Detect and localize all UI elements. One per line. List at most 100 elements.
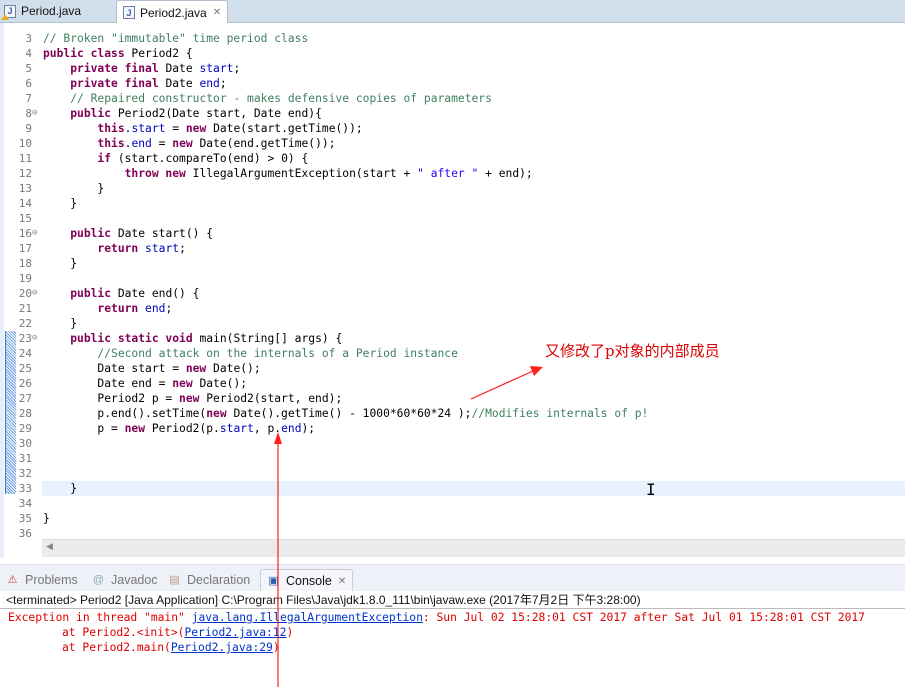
- code-line[interactable]: 26 Date end = new Date();: [0, 376, 905, 391]
- code-line[interactable]: 32: [0, 466, 905, 481]
- code-line[interactable]: 14 }: [0, 196, 905, 211]
- code-token: =: [151, 137, 173, 150]
- code-token: private final: [70, 62, 159, 75]
- code-text: }: [43, 256, 77, 271]
- code-text: private final Date start;: [43, 61, 240, 76]
- scroll-left-icon[interactable]: ◀: [46, 542, 53, 552]
- code-editor[interactable]: 3 // Broken "immutable" time period class…: [0, 23, 905, 558]
- code-token: Date(start.getTime());: [206, 122, 363, 135]
- code-line[interactable]: 35}: [0, 511, 905, 526]
- code-line[interactable]: 34: [0, 496, 905, 511]
- code-token: Date();: [192, 377, 248, 390]
- tab-period-java[interactable]: J Period.java: [1, 0, 81, 22]
- code-line[interactable]: 31: [0, 451, 905, 466]
- code-line[interactable]: 21 return end;: [0, 301, 905, 316]
- console-output[interactable]: Exception in thread "main" java.lang.Ill…: [0, 610, 905, 687]
- code-line[interactable]: 20 ⊖ public Date end() {: [0, 286, 905, 301]
- code-token: Date(end.getTime());: [192, 137, 336, 150]
- code-line[interactable]: 23 ⊖ public static void main(String[] arg…: [0, 331, 905, 346]
- tab-problems[interactable]: ⚠ Problems: [6, 569, 78, 591]
- code-token: new: [185, 122, 207, 135]
- code-text: public class Period2 {: [43, 46, 193, 61]
- code-line[interactable]: 29 p = new Period2(p.start, p.end);: [0, 421, 905, 436]
- code-token: Period2 p =: [43, 392, 180, 405]
- code-text: public Date start() {: [43, 226, 213, 241]
- tab-javadoc[interactable]: @ Javadoc: [92, 569, 158, 591]
- code-token: + end);: [478, 167, 533, 180]
- tab-label: Declaration: [187, 573, 251, 587]
- stack-link[interactable]: Period2.java:29: [171, 641, 273, 654]
- line-number: 26: [18, 377, 32, 390]
- line-number: 36: [18, 527, 32, 540]
- code-token: , p.: [253, 422, 282, 435]
- horizontal-scrollbar[interactable]: ◀: [42, 539, 905, 557]
- code-line[interactable]: 7 // Repaired constructor - makes defens…: [0, 91, 905, 106]
- code-line[interactable]: 27 Period2 p = new Period2(start, end);: [0, 391, 905, 406]
- stack-link[interactable]: Period2.java:12: [184, 626, 286, 639]
- code-text: }: [43, 316, 77, 331]
- code-line[interactable]: 33 }: [0, 481, 905, 496]
- code-line[interactable]: 12 throw new IllegalArgumentException(st…: [0, 166, 905, 181]
- code-line[interactable]: 17 return start;: [0, 241, 905, 256]
- line-number: 25: [18, 362, 32, 375]
- code-line[interactable]: 15: [0, 211, 905, 226]
- code-line[interactable]: 30: [0, 436, 905, 451]
- console-icon: ▣: [268, 574, 279, 587]
- code-line[interactable]: 6 private final Date end;: [0, 76, 905, 91]
- code-line[interactable]: 8 ⊖ public Period2(Date start, Date end){: [0, 106, 905, 121]
- code-line[interactable]: 24 //Second attack on the internals of a…: [0, 346, 905, 361]
- code-text: this.start = new Date(start.getTime());: [43, 121, 363, 136]
- code-line[interactable]: 3 // Broken "immutable" time period class: [0, 31, 905, 46]
- code-line[interactable]: 4 public class Period2 {: [0, 46, 905, 61]
- fold-collapse-icon[interactable]: ⊖: [32, 331, 37, 346]
- code-line[interactable]: 5 private final Date start;: [0, 61, 905, 76]
- tab-console[interactable]: ▣ Console ✕: [260, 569, 354, 592]
- tab-period2-java[interactable]: J Period2.java ✕: [116, 0, 229, 24]
- code-token: start: [131, 122, 166, 135]
- console-line-stack: at Period2.main(Period2.java:29): [62, 640, 280, 655]
- code-line[interactable]: 19: [0, 271, 905, 286]
- code-text: }: [43, 511, 50, 526]
- code-token: Period2 {: [124, 47, 193, 60]
- code-token: throw new: [124, 167, 186, 180]
- code-token: return: [97, 302, 139, 315]
- code-line[interactable]: 11 if (start.compareTo(end) > 0) {: [0, 151, 905, 166]
- code-token: Period2(start, end);: [199, 392, 343, 405]
- code-text: }: [43, 181, 104, 196]
- close-icon[interactable]: ✕: [213, 7, 221, 18]
- code-token: );: [301, 422, 316, 435]
- line-number: 28: [18, 407, 32, 420]
- line-number: 21: [18, 302, 32, 315]
- fold-collapse-icon[interactable]: ⊖: [32, 226, 37, 241]
- code-line[interactable]: 10 this.end = new Date(end.getTime());: [0, 136, 905, 151]
- code-text: throw new IllegalArgumentException(start…: [43, 166, 533, 181]
- line-number: 5: [25, 62, 32, 75]
- code-line[interactable]: 18 }: [0, 256, 905, 271]
- fold-collapse-icon[interactable]: ⊖: [32, 286, 37, 301]
- line-number: 34: [18, 497, 32, 510]
- exception-class-link[interactable]: java.lang.IllegalArgumentException: [192, 611, 423, 624]
- close-icon[interactable]: ✕: [338, 576, 346, 587]
- code-line[interactable]: 28 p.end().setTime(new Date().getTime() …: [0, 406, 905, 421]
- code-token: (start.compareTo(end) > 0) {: [111, 152, 309, 165]
- tab-declaration[interactable]: ▤ Declaration: [168, 569, 250, 591]
- code-token: return: [97, 242, 139, 255]
- code-token: }: [43, 257, 78, 270]
- code-line[interactable]: 22 }: [0, 316, 905, 331]
- code-text: Period2 p = new Period2(start, end);: [43, 391, 342, 406]
- code-text: Date end = new Date();: [43, 376, 247, 391]
- javadoc-icon: @: [92, 573, 105, 586]
- fold-collapse-icon[interactable]: ⊖: [32, 106, 37, 121]
- line-number: 35: [18, 512, 32, 525]
- line-number: 7: [25, 92, 32, 105]
- code-line[interactable]: 16 ⊖ public Date start() {: [0, 226, 905, 241]
- code-line[interactable]: 13 }: [0, 181, 905, 196]
- code-line[interactable]: 25 Date start = new Date();: [0, 361, 905, 376]
- code-line[interactable]: 9 this.start = new Date(start.getTime())…: [0, 121, 905, 136]
- code-text: if (start.compareTo(end) > 0) {: [43, 151, 308, 166]
